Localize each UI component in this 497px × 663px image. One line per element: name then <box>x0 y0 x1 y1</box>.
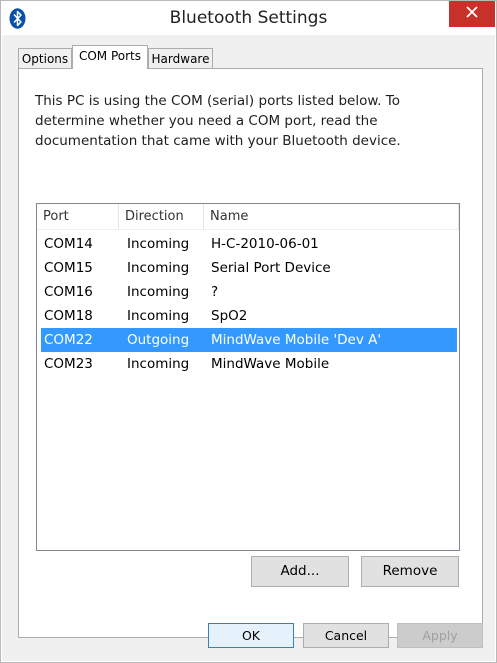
tab-options[interactable]: Options <box>18 48 72 69</box>
name-cell: SpO2 <box>211 308 248 324</box>
bluetooth-settings-window: Bluetooth Settings Options COM Ports Har… <box>0 0 497 663</box>
name-cell: ? <box>211 284 219 300</box>
close-button[interactable] <box>449 1 495 27</box>
close-icon <box>466 6 478 22</box>
tab-com-ports[interactable]: COM Ports <box>72 45 148 69</box>
port-cell: COM14 <box>44 236 93 252</box>
port-cell: COM22 <box>44 332 93 348</box>
list-item-selected[interactable]: COM22 Outgoing MindWave Mobile 'Dev A' <box>41 328 457 352</box>
direction-cell: Incoming <box>127 236 190 252</box>
port-cell: COM15 <box>44 260 93 276</box>
apply-button[interactable]: Apply <box>397 623 483 648</box>
column-header-port[interactable]: Port <box>37 204 119 229</box>
name-cell: MindWave Mobile <box>211 356 330 372</box>
com-ports-panel: This PC is using the COM (serial) ports … <box>18 68 483 638</box>
dialog-body: Options COM Ports Hardware This PC is us… <box>2 35 495 661</box>
column-header-name[interactable]: Name <box>204 204 459 229</box>
list-item[interactable]: COM23 Incoming MindWave Mobile <box>41 352 457 376</box>
list-header: Port Direction Name <box>37 204 459 230</box>
add-button[interactable]: Add... <box>251 556 349 587</box>
cancel-button[interactable]: Cancel <box>303 623 389 648</box>
tab-hardware[interactable]: Hardware <box>148 48 213 69</box>
direction-cell: Outgoing <box>127 332 190 348</box>
com-ports-list[interactable]: Port Direction Name COM14 Incoming H-C-2… <box>36 203 460 551</box>
direction-cell: Incoming <box>127 308 190 324</box>
direction-cell: Incoming <box>127 284 190 300</box>
remove-button[interactable]: Remove <box>361 556 459 587</box>
list-item[interactable]: COM18 Incoming SpO2 <box>41 304 457 328</box>
window-title: Bluetooth Settings <box>169 8 328 28</box>
column-header-direction[interactable]: Direction <box>119 204 204 229</box>
ok-button[interactable]: OK <box>208 623 294 648</box>
name-cell: H-C-2010-06-01 <box>211 236 319 252</box>
direction-cell: Incoming <box>127 356 190 372</box>
name-cell: Serial Port Device <box>211 260 331 276</box>
direction-cell: Incoming <box>127 260 190 276</box>
list-item[interactable]: COM16 Incoming ? <box>41 280 457 304</box>
list-item[interactable]: COM14 Incoming H-C-2010-06-01 <box>41 232 457 256</box>
name-cell: MindWave Mobile 'Dev A' <box>211 332 382 348</box>
port-cell: COM23 <box>44 356 93 372</box>
list-item[interactable]: COM15 Incoming Serial Port Device <box>41 256 457 280</box>
port-cell: COM16 <box>44 284 93 300</box>
description-text: This PC is using the COM (serial) ports … <box>35 93 401 149</box>
port-cell: COM18 <box>44 308 93 324</box>
title-bar[interactable]: Bluetooth Settings <box>1 1 496 35</box>
